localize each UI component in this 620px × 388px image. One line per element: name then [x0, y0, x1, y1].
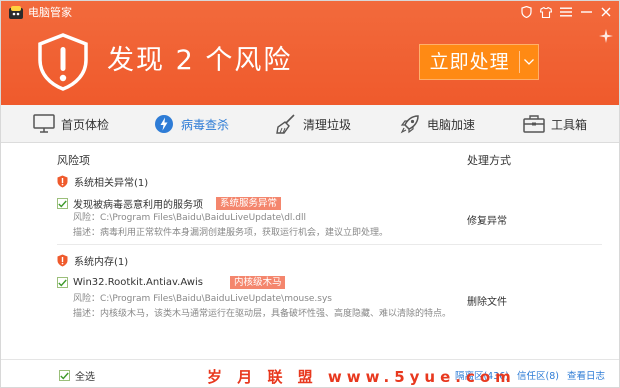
risk-group-system[interactable]: 系统相关异常(1): [57, 174, 148, 189]
group-divider: [57, 244, 602, 245]
list-item[interactable]: 发现被病毒恶意利用的服务项 系统服务异常: [57, 196, 282, 211]
select-all-checkbox[interactable]: 全选: [59, 368, 95, 383]
group-label: 系统内存(1): [74, 257, 129, 268]
monitor-icon: [33, 113, 55, 135]
nav-label: 病毒查杀: [181, 117, 230, 132]
trust-zone-link[interactable]: 信任区(8): [517, 368, 559, 382]
item-action[interactable]: 删除文件: [467, 293, 507, 308]
tshirt-skin-icon[interactable]: [537, 4, 555, 20]
nav-item-virus-scan[interactable]: 病毒查杀: [153, 105, 229, 143]
view-log-link[interactable]: 查看日志: [567, 368, 605, 382]
group-label: 系统相关异常(1): [74, 178, 149, 189]
minimize-icon[interactable]: [577, 4, 595, 20]
item-risk-path: 风险：C:\Program Files\Baidu\BaiduLiveUpdat…: [73, 294, 332, 304]
nav-label: 工具箱: [551, 117, 588, 132]
risk-list-panel: 风险项 处理方式 系统相关异常(1) 发现被病毒恶意利用的服务项 系统服务异常 …: [1, 144, 619, 358]
item-description: 描述：病毒利用正常软件本身漏洞创建服务项，获取运行机会，建议立即处理。: [73, 228, 389, 238]
nav-label: 首页体检: [61, 117, 110, 132]
item-checkbox[interactable]: [57, 198, 68, 209]
app-logo-icon: [9, 6, 23, 19]
item-risk-path: 风险：C:\Program Files\Baidu\BaiduLiveUpdat…: [73, 213, 307, 223]
item-title: 发现被病毒恶意利用的服务项: [73, 200, 203, 211]
close-icon[interactable]: [597, 4, 615, 20]
nav-label: 清理垃圾: [303, 117, 352, 132]
nav-item-toolbox[interactable]: 工具箱: [523, 105, 587, 143]
main-nav: 首页体检 病毒查杀 清理垃圾 电脑加速 工具箱: [1, 105, 619, 143]
item-checkbox[interactable]: [57, 277, 68, 288]
virus-scan-icon: [153, 113, 175, 135]
nav-label: 电脑加速: [427, 117, 476, 132]
rocket-icon: [399, 113, 421, 135]
nav-item-speedup[interactable]: 电脑加速: [399, 105, 475, 143]
header-banner: 电脑管家 发现 2 个风险 立即处理: [1, 1, 619, 105]
fix-now-label: 立即处理: [429, 51, 510, 73]
watermark-text: 岁 月 联 盟 www.5yue.com: [207, 368, 516, 386]
risk-headline: 发现 2 个风险: [107, 45, 293, 76]
checkmark-icon: [60, 372, 69, 380]
risk-tag: 内核级木马: [229, 276, 286, 289]
warning-shield-small-icon: [57, 254, 68, 267]
warning-shield-icon: [38, 33, 88, 91]
checkmark-icon: [58, 279, 67, 287]
sparkle-icon[interactable]: [599, 29, 613, 43]
column-header-risk: 风险项: [57, 154, 90, 167]
column-header-action: 处理方式: [467, 154, 511, 167]
title-bar-controls: [515, 4, 615, 20]
toolbox-icon: [523, 113, 545, 135]
fix-now-button[interactable]: 立即处理: [419, 44, 539, 80]
nav-item-home-checkup[interactable]: 首页体检: [33, 105, 109, 143]
item-description: 描述：内核级木马，该类木马通常运行在驱动层，具备破坏性强、高度隐藏、难以清除的特…: [73, 309, 452, 319]
select-all-label: 全选: [75, 372, 95, 383]
select-all-box[interactable]: [59, 370, 70, 381]
list-item[interactable]: Win32.Rootkit.Antiav.Awis 内核级木马: [57, 276, 286, 289]
risk-group-memory[interactable]: 系统内存(1): [57, 253, 128, 268]
shield-small-icon[interactable]: [517, 4, 535, 20]
title-bar: 电脑管家: [1, 1, 619, 23]
app-title: 电脑管家: [28, 6, 72, 19]
warning-shield-small-icon: [57, 175, 68, 188]
nav-item-clean-junk[interactable]: 清理垃圾: [275, 105, 351, 143]
risk-tag: 系统服务异常: [216, 197, 282, 210]
chevron-down-icon[interactable]: [520, 45, 538, 79]
item-action[interactable]: 修复异常: [467, 212, 507, 227]
menu-icon[interactable]: [557, 4, 575, 20]
item-title: Win32.Rootkit.Antiav.Awis: [73, 277, 203, 288]
checkmark-icon: [58, 200, 67, 208]
main-window: 电脑管家 发现 2 个风险 立即处理 首页体检 病毒查杀 清理垃圾 电脑加速 工…: [0, 0, 620, 388]
broom-icon: [275, 113, 297, 135]
